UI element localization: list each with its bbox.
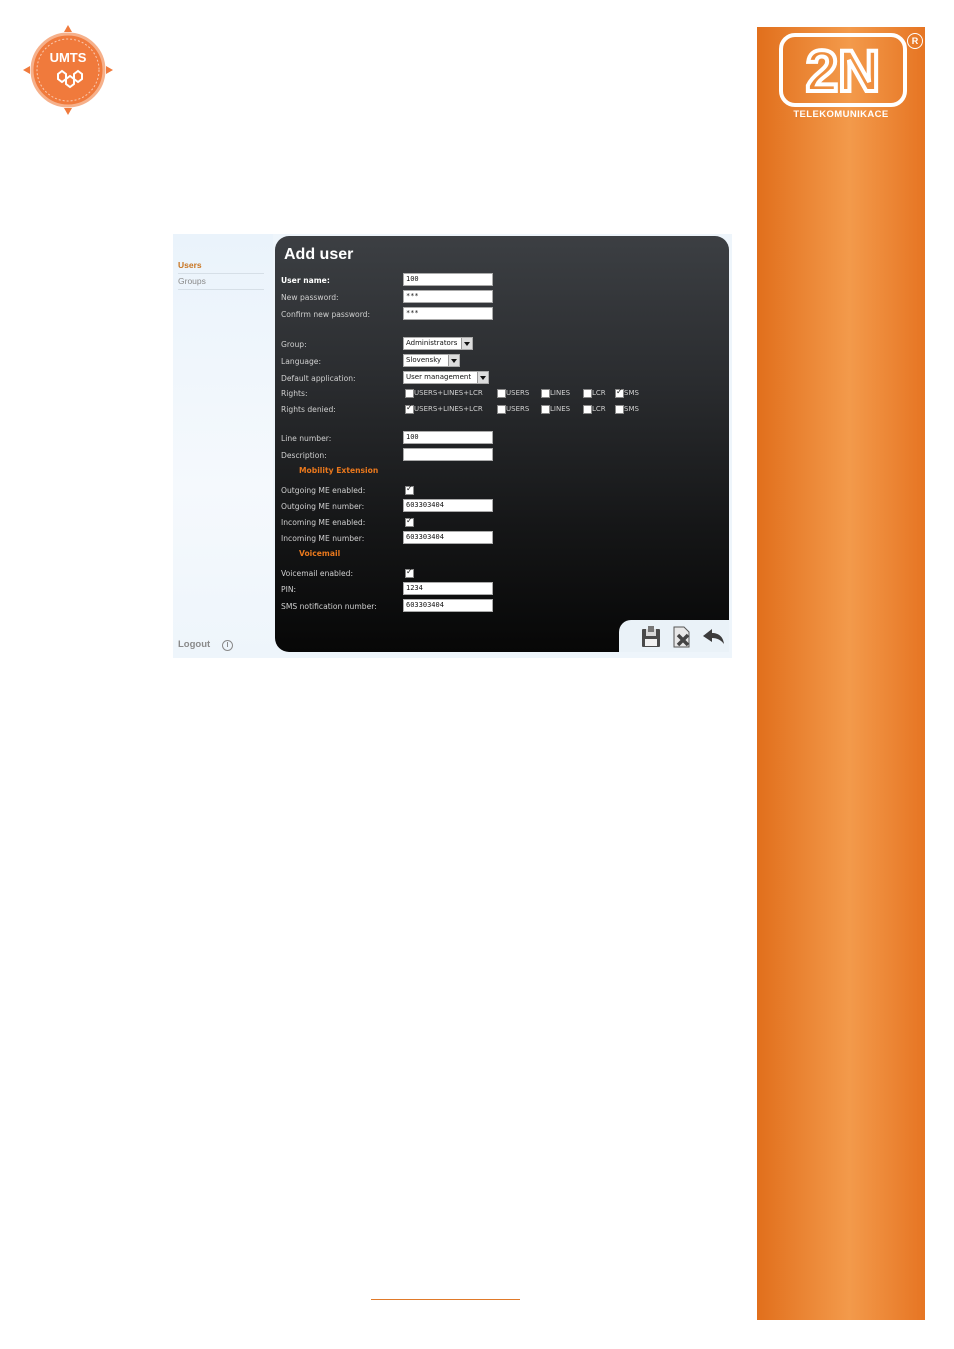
rights-option-label: USERS+LINES+LCR: [414, 389, 483, 397]
user-name-input[interactable]: 100: [403, 273, 493, 286]
group-select-value: Administrators: [406, 339, 458, 347]
umts-logo-text: UMTS: [50, 50, 87, 65]
sidebar: Users Groups Logout: [173, 234, 273, 658]
pin-label: PIN:: [281, 585, 297, 594]
logout-link[interactable]: Logout: [178, 639, 210, 650]
outgoing-me-number-label: Outgoing ME number:: [281, 502, 365, 511]
power-icon[interactable]: [222, 640, 233, 651]
chevron-down-icon: [477, 372, 488, 383]
rights-checkbox-users-lines-lcr[interactable]: [405, 389, 414, 398]
chevron-down-icon: [448, 355, 459, 366]
rights-denied-label: Rights denied:: [281, 405, 336, 414]
user-name-label: User name:: [281, 276, 330, 285]
rights-label: Rights:: [281, 389, 308, 398]
add-user-panel: Add user User name: 100 New password: **…: [275, 236, 729, 652]
rights-denied-checkbox-lcr[interactable]: [583, 405, 592, 414]
brand-side-band: 2N R TELEKOMUNIKACE: [757, 27, 925, 1320]
rights-checkbox-lines[interactable]: [541, 389, 550, 398]
chevron-down-icon: [461, 338, 472, 349]
rights-denied-checkbox-users[interactable]: [497, 405, 506, 414]
rights-denied-checkbox-sms[interactable]: [615, 405, 624, 414]
language-select[interactable]: Slovensky: [403, 354, 460, 367]
rights-denied-option-label: USERS+LINES+LCR: [414, 405, 483, 413]
incoming-me-enabled-checkbox[interactable]: [405, 516, 414, 527]
line-number-label: Line number:: [281, 434, 332, 443]
2n-logo: 2N: [779, 33, 907, 107]
footer-link-underline[interactable]: [371, 1299, 520, 1300]
rights-denied-option-label: LCR: [592, 405, 606, 413]
outgoing-me-enabled-label: Outgoing ME enabled:: [281, 486, 366, 495]
description-input[interactable]: [403, 448, 493, 461]
rights-checkbox-lcr[interactable]: [583, 389, 592, 398]
voicemail-enabled-label: Voicemail enabled:: [281, 569, 354, 578]
description-label: Description:: [281, 451, 327, 460]
confirm-password-input[interactable]: ***: [403, 307, 493, 320]
sms-notification-number-label: SMS notification number:: [281, 602, 377, 611]
incoming-me-number-input[interactable]: 603303404: [403, 531, 493, 544]
group-select[interactable]: Administrators: [403, 337, 473, 350]
sidebar-item-users[interactable]: Users: [178, 260, 264, 274]
rights-denied-checkbox-lines[interactable]: [541, 405, 550, 414]
save-icon[interactable]: [639, 625, 663, 649]
registered-mark: R: [907, 33, 923, 49]
rights-option-label: SMS: [624, 389, 639, 397]
voicemail-heading: Voicemail: [299, 549, 341, 558]
language-label: Language:: [281, 357, 322, 366]
rights-denied-option-label: USERS: [506, 405, 530, 413]
back-arrow-icon[interactable]: [701, 625, 725, 649]
new-password-input[interactable]: ***: [403, 290, 493, 303]
sidebar-item-groups[interactable]: Groups: [178, 276, 264, 290]
umts-logo: UMTS: [23, 25, 113, 115]
action-toolbar: [619, 620, 729, 652]
delete-icon[interactable]: [670, 625, 694, 649]
default-application-select[interactable]: User management: [403, 371, 489, 384]
incoming-me-number-label: Incoming ME number:: [281, 534, 365, 543]
rights-denied-option-label: LINES: [550, 405, 571, 413]
default-application-select-value: User management: [406, 373, 472, 381]
mobility-extension-heading: Mobility Extension: [299, 466, 379, 475]
2n-logo-text: 2N: [806, 39, 880, 104]
rights-denied-checkbox-users-lines-lcr[interactable]: [405, 403, 414, 414]
voicemail-enabled-checkbox[interactable]: [405, 567, 414, 578]
brand-tagline: TELEKOMUNIKACE: [793, 109, 889, 120]
outgoing-me-enabled-checkbox[interactable]: [405, 484, 414, 495]
app-screenshot: Users Groups Logout Add user User name: …: [173, 234, 732, 658]
rights-option-label: USERS: [506, 389, 530, 397]
outgoing-me-number-input[interactable]: 603303404: [403, 499, 493, 512]
rights-checkbox-users[interactable]: [497, 389, 506, 398]
default-application-label: Default application:: [281, 374, 356, 383]
page-title: Add user: [284, 246, 354, 263]
rights-denied-option-label: SMS: [624, 405, 639, 413]
rights-option-label: LINES: [550, 389, 571, 397]
group-label: Group:: [281, 340, 307, 349]
new-password-label: New password:: [281, 293, 339, 302]
line-number-input[interactable]: 100: [403, 431, 493, 444]
rights-option-label: LCR: [592, 389, 606, 397]
confirm-password-label: Confirm new password:: [281, 310, 371, 319]
incoming-me-enabled-label: Incoming ME enabled:: [281, 518, 366, 527]
pin-input[interactable]: 1234: [403, 582, 493, 595]
sms-notification-number-input[interactable]: 603303404: [403, 599, 493, 612]
rights-checkbox-sms[interactable]: [615, 387, 624, 398]
language-select-value: Slovensky: [406, 356, 442, 364]
